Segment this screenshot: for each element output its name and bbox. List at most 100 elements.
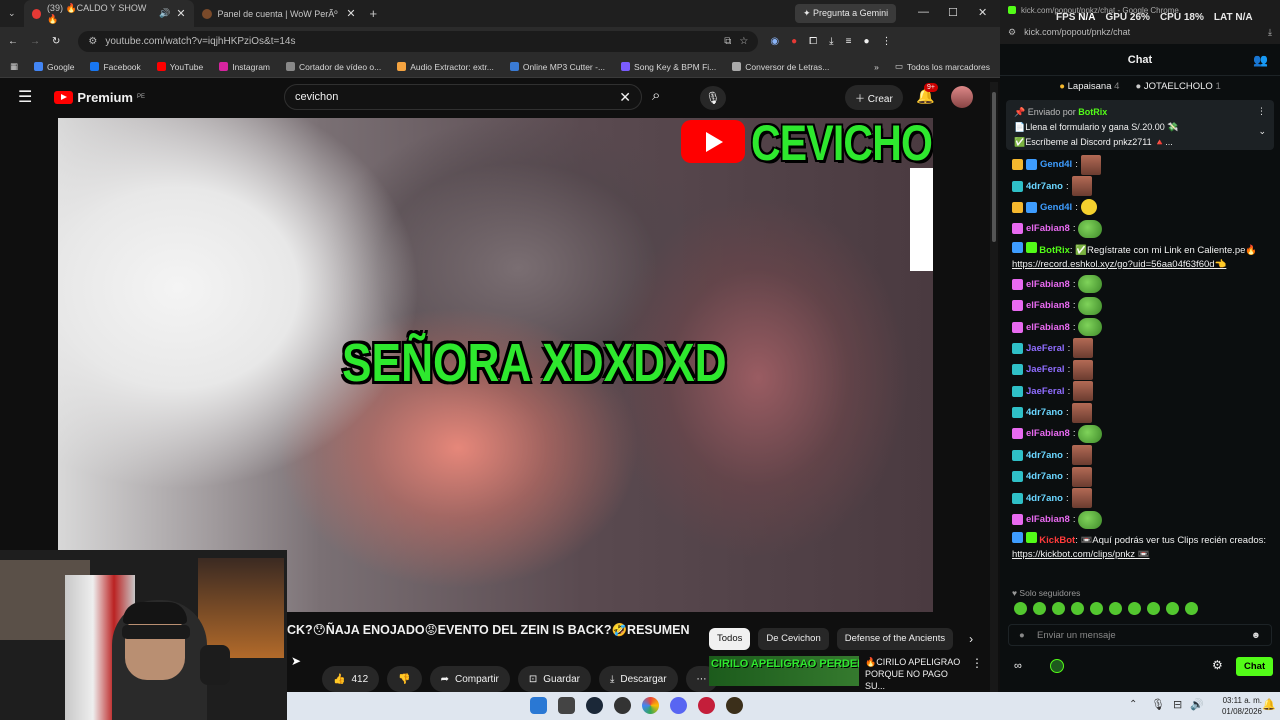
network-icon[interactable]: ⊟ bbox=[1173, 698, 1182, 711]
save-button[interactable]: ⊡ Guardar bbox=[517, 666, 591, 692]
apps-icon[interactable]: ▦ bbox=[10, 61, 18, 72]
kick-url-bar[interactable]: ⚙ kick.com/popout/pnkz/chat ⤓ bbox=[1000, 20, 1280, 44]
chat-message-input[interactable]: ● Enviar un mensaje ☻ bbox=[1008, 624, 1272, 646]
chat-username[interactable]: 4dr7ano bbox=[1026, 181, 1063, 192]
bookmark-google[interactable]: Google bbox=[34, 62, 74, 72]
more-bookmarks-icon[interactable]: » bbox=[874, 62, 879, 72]
connection-icon[interactable]: ∞ bbox=[1014, 660, 1022, 672]
extension-icon[interactable]: ◉ bbox=[770, 36, 779, 47]
more-options-icon[interactable]: ⋮ bbox=[1257, 104, 1266, 119]
chat-username[interactable]: 4dr7ano bbox=[1026, 450, 1063, 461]
start-menu-icon[interactable] bbox=[530, 697, 547, 714]
search-icon[interactable]: ⌕ bbox=[652, 87, 660, 104]
clear-search-icon[interactable]: ✕ bbox=[619, 89, 631, 106]
send-chat-button[interactable]: Chat bbox=[1236, 657, 1274, 676]
emote-icon[interactable] bbox=[1033, 602, 1046, 615]
obs-icon[interactable] bbox=[614, 697, 631, 714]
chat-username[interactable]: elFabian8 bbox=[1026, 428, 1070, 439]
bookmark-star-icon[interactable]: ☆ bbox=[739, 36, 748, 47]
chip-de-cevichon[interactable]: De Cevichon bbox=[758, 628, 829, 650]
bookmark-facebook[interactable]: Facebook bbox=[90, 62, 141, 72]
gifter-1[interactable]: ● Lapaisana 4 bbox=[1059, 81, 1119, 92]
pinned-message[interactable]: 📌 Enviado por BotRix 📄Llena el formulari… bbox=[1006, 100, 1274, 150]
discord-icon[interactable] bbox=[670, 697, 687, 714]
bookmark-video-cutter[interactable]: Cortador de vídeo o... bbox=[286, 62, 381, 72]
task-view-icon[interactable] bbox=[558, 697, 575, 714]
chat-username[interactable]: Gend4l bbox=[1040, 202, 1072, 213]
bookmark-song-key[interactable]: Song Key & BPM Fi... bbox=[621, 62, 716, 72]
new-tab-icon[interactable]: + bbox=[364, 6, 384, 21]
youtube-premium-logo[interactable]: Premium PE bbox=[54, 90, 145, 105]
chat-username[interactable]: BotRix bbox=[1039, 245, 1070, 256]
chat-username[interactable]: JaeFeral bbox=[1026, 364, 1065, 375]
site-info-icon[interactable]: ⚙ bbox=[88, 36, 97, 47]
speaker-icon[interactable]: 🔊 bbox=[159, 8, 170, 19]
share-button[interactable]: ➦ Compartir bbox=[429, 666, 510, 692]
chip-todos[interactable]: Todos bbox=[709, 628, 751, 650]
extension-icon[interactable]: ● bbox=[791, 36, 797, 47]
chat-username[interactable]: JaeFeral bbox=[1026, 386, 1065, 397]
chat-username[interactable]: elFabian8 bbox=[1026, 300, 1070, 311]
like-button[interactable]: 👍 412 bbox=[322, 666, 380, 692]
chat-username[interactable]: 4dr7ano bbox=[1026, 407, 1063, 418]
all-bookmarks[interactable]: ▭ Todos los marcadores bbox=[895, 61, 990, 72]
volume-icon[interactable]: 🔊 bbox=[1190, 698, 1204, 711]
taskbar-clock[interactable]: 03:11 a. m. 01/08/2026 bbox=[1222, 695, 1262, 717]
cast-icon[interactable]: ⧉ bbox=[724, 36, 731, 47]
download-icon[interactable]: ⤓ bbox=[1268, 27, 1272, 38]
emote-icon[interactable] bbox=[1014, 602, 1027, 615]
kick-logo-icon[interactable] bbox=[1050, 659, 1064, 673]
chat-username[interactable]: JaeFeral bbox=[1026, 343, 1065, 354]
emote-icon[interactable] bbox=[1166, 602, 1179, 615]
user-list-icon[interactable]: 👥 bbox=[1253, 53, 1268, 67]
chat-username[interactable]: Gend4l bbox=[1040, 159, 1072, 170]
microphone-icon[interactable]: 🎙 bbox=[1151, 698, 1165, 711]
hamburger-menu-icon[interactable]: ☰ bbox=[18, 87, 32, 107]
emoji-picker-icon[interactable]: ☻ bbox=[1251, 630, 1261, 641]
dislike-button[interactable]: 👎 bbox=[387, 666, 422, 692]
bookmark-youtube[interactable]: YouTube bbox=[156, 62, 203, 72]
emote-icon[interactable] bbox=[1090, 602, 1103, 615]
gemini-button[interactable]: ✦ Pregunta a Gemini bbox=[795, 4, 897, 23]
recommended-thumbnail[interactable]: CIRILO APELIGRAO PERDERA bbox=[709, 656, 859, 686]
tab-search-icon[interactable]: ⌄ bbox=[0, 8, 24, 19]
emote-icon[interactable] bbox=[1109, 602, 1122, 615]
chip-dota[interactable]: Defense of the Ancients bbox=[836, 628, 954, 650]
video-player[interactable]: CEVICHON SEÑORA XDXDXD bbox=[58, 118, 933, 612]
download-icon[interactable]: ⤓ bbox=[829, 36, 833, 47]
chat-username[interactable]: elFabian8 bbox=[1026, 223, 1070, 234]
extensions-puzzle-icon[interactable]: ⧠ bbox=[809, 36, 817, 47]
close-tab-icon[interactable]: ✕ bbox=[176, 7, 185, 20]
download-button[interactable]: ⤓ Descargar bbox=[598, 666, 678, 692]
media-icon[interactable]: ≡ bbox=[846, 36, 852, 47]
chat-username[interactable]: elFabian8 bbox=[1026, 514, 1070, 525]
more-options-icon[interactable]: ⋮ bbox=[971, 656, 983, 686]
recommended-video[interactable]: CIRILO APELIGRAO PERDERA 🔥CIRILO APELIGR… bbox=[709, 656, 989, 691]
battlenet-icon[interactable] bbox=[698, 697, 715, 714]
url-field[interactable]: ⚙ youtube.com/watch?v=iqjhHKPziOs&t=14s … bbox=[78, 31, 759, 52]
bookmark-mp3-cutter[interactable]: Online MP3 Cutter -... bbox=[509, 62, 605, 72]
voice-search-icon[interactable]: 🎙 bbox=[700, 86, 726, 110]
close-window-icon[interactable]: ✕ bbox=[978, 6, 987, 19]
emote-icon[interactable] bbox=[1185, 602, 1198, 615]
emote-icon[interactable] bbox=[1071, 602, 1084, 615]
chevron-right-icon[interactable]: › bbox=[961, 628, 981, 650]
chat-link[interactable]: https://record.eshkol.xyz/go?uid=56aa04f… bbox=[1012, 259, 1226, 270]
emote-icon[interactable] bbox=[1052, 602, 1065, 615]
recommended-title[interactable]: 🔥CIRILO APELIGRAO PORQUE NO PAGO SU... bbox=[865, 656, 965, 691]
chat-username[interactable]: KickBot bbox=[1039, 535, 1075, 546]
emote-icon[interactable] bbox=[1128, 602, 1141, 615]
emote-icon[interactable] bbox=[1147, 602, 1160, 615]
profile-avatar-icon[interactable]: ● bbox=[863, 36, 869, 47]
site-info-icon[interactable]: ⚙ bbox=[1008, 27, 1016, 38]
steam-icon[interactable] bbox=[586, 697, 603, 714]
create-button[interactable]: ＋ Crear bbox=[845, 85, 903, 110]
maximize-icon[interactable]: ☐ bbox=[948, 6, 958, 19]
gifter-2[interactable]: ● JOTAELCHOLO 1 bbox=[1135, 81, 1220, 92]
tab-caldo-y-show[interactable]: (39) 🔥CALDO Y SHOW 🔥 🔊 ✕ bbox=[23, 0, 194, 27]
chat-link[interactable]: https://kickbot.com/clips/pnkz 📼 bbox=[1012, 549, 1150, 560]
chat-username[interactable]: elFabian8 bbox=[1026, 322, 1070, 333]
chat-username[interactable]: 4dr7ano bbox=[1026, 471, 1063, 482]
tab-wow-panel[interactable]: Panel de cuenta | WoW PerÃº ✕ bbox=[194, 0, 364, 27]
chat-username[interactable]: elFabian8 bbox=[1026, 279, 1070, 290]
